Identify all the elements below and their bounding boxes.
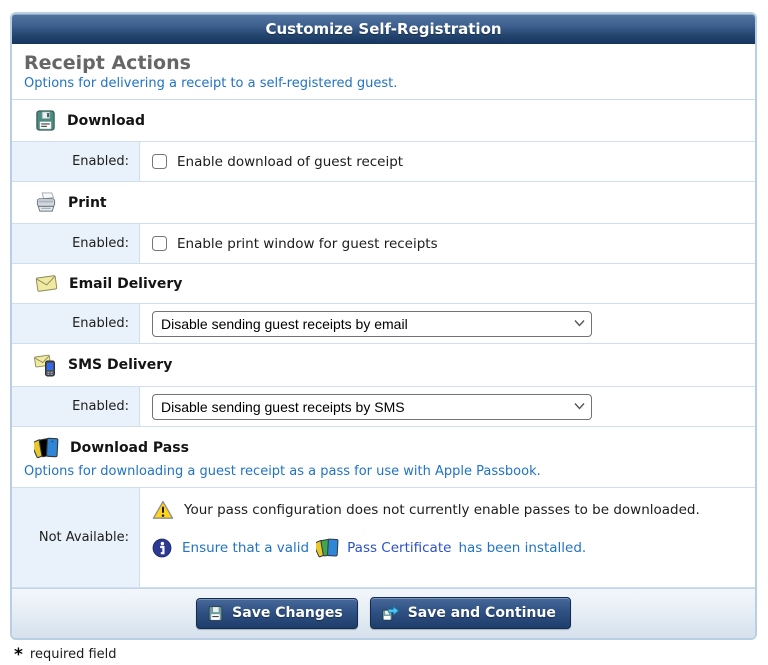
sms-delivery-select-wrap: Disable sending guest receipts by SMS: [152, 393, 592, 420]
pass-info-suffix: has been installed.: [458, 540, 587, 556]
pass-certificate-link[interactable]: Pass Certificate: [347, 540, 451, 556]
save-continue-icon: [381, 606, 399, 621]
floppy-disk-icon: [36, 110, 55, 131]
sms-item-header: SMS Delivery: [12, 344, 755, 387]
sms-delivery-select[interactable]: Disable sending guest receipts by SMS: [152, 393, 592, 420]
pass-warning-text: Your pass configuration does not current…: [184, 502, 700, 518]
sms-enabled-row: Enabled: Disable sending guest receipts …: [12, 387, 755, 427]
pass-certificate-icon: [316, 538, 339, 558]
page: Customize Self-Registration Receipt Acti…: [0, 0, 768, 665]
footer-bar: Save Changes Save and Continue: [12, 588, 755, 638]
envelope-icon: [35, 275, 58, 292]
download-enabled-label: Enabled:: [12, 142, 140, 181]
email-delivery-select-wrap: Disable sending guest receipts by email: [152, 310, 592, 337]
save-and-continue-button[interactable]: Save and Continue: [369, 597, 571, 629]
panel-titlebar: Customize Self-Registration: [12, 14, 755, 44]
pass-not-available-control: Your pass configuration does not current…: [140, 488, 755, 587]
passbook-icon: [34, 437, 59, 459]
enable-print-checkbox[interactable]: [152, 236, 167, 251]
required-field-note: * required field: [14, 644, 757, 665]
email-enabled-control: Disable sending guest receipts by email: [140, 304, 755, 343]
print-enabled-control: Enable print window for guest receipts: [140, 224, 755, 263]
email-item-title: Email Delivery: [69, 275, 183, 292]
email-item-header: Email Delivery: [12, 264, 755, 304]
pass-info-line: Ensure that a valid Pass Certificate has…: [152, 537, 586, 559]
panel-title: Customize Self-Registration: [265, 20, 502, 38]
sms-enabled-label: Enabled:: [12, 387, 140, 426]
email-enabled-label: Enabled:: [12, 304, 140, 343]
enable-print-checkbox-label[interactable]: Enable print window for guest receipts: [177, 236, 438, 252]
save-changes-button[interactable]: Save Changes: [196, 597, 358, 629]
save-changes-label: Save Changes: [232, 605, 343, 621]
pass-item-title: Download Pass: [70, 440, 189, 456]
enable-download-checkbox-label[interactable]: Enable download of guest receipt: [177, 154, 403, 170]
pass-warning-line: Your pass configuration does not current…: [152, 500, 700, 520]
enable-download-checkbox[interactable]: [152, 154, 167, 169]
section-subtitle: Options for delivering a receipt to a se…: [24, 76, 398, 91]
save-and-continue-label: Save and Continue: [407, 605, 556, 621]
sms-phone-envelope-icon: [34, 354, 55, 377]
section-title: Receipt Actions: [24, 52, 191, 74]
warning-icon: [152, 500, 174, 519]
save-floppy-icon: [208, 605, 223, 621]
download-item-title: Download: [67, 112, 146, 129]
info-icon: [152, 538, 172, 558]
download-item-header: Download: [12, 100, 755, 142]
print-item-header: Print: [12, 182, 755, 224]
download-enabled-control: Enable download of guest receipt: [140, 142, 755, 181]
email-delivery-select[interactable]: Disable sending guest receipts by email: [152, 310, 592, 337]
pass-item-subtitle: Options for downloading a guest receipt …: [12, 462, 755, 488]
pass-item-header: Download Pass: [12, 427, 755, 462]
pass-not-available-row: Not Available: Your pass configuration d…: [12, 488, 755, 588]
download-enabled-row: Enabled: Enable download of guest receip…: [12, 142, 755, 182]
print-item-title: Print: [68, 194, 107, 211]
pass-info-prefix: Ensure that a valid: [182, 540, 310, 556]
customize-self-registration-panel: Customize Self-Registration Receipt Acti…: [10, 12, 757, 640]
required-asterisk: *: [14, 644, 23, 665]
printer-icon: [36, 192, 56, 212]
required-text: required field: [29, 647, 117, 662]
sms-item-title: SMS Delivery: [68, 357, 173, 373]
email-enabled-row: Enabled: Disable sending guest receipts …: [12, 304, 755, 344]
sms-enabled-control: Disable sending guest receipts by SMS: [140, 387, 755, 426]
pass-info-text: Ensure that a valid Pass Certificate has…: [182, 537, 586, 559]
print-enabled-row: Enabled: Enable print window for guest r…: [12, 224, 755, 264]
pass-not-available-label: Not Available:: [12, 488, 140, 587]
receipt-actions-section-header: Receipt Actions Options for delivering a…: [12, 44, 755, 100]
print-enabled-label: Enabled:: [12, 224, 140, 263]
